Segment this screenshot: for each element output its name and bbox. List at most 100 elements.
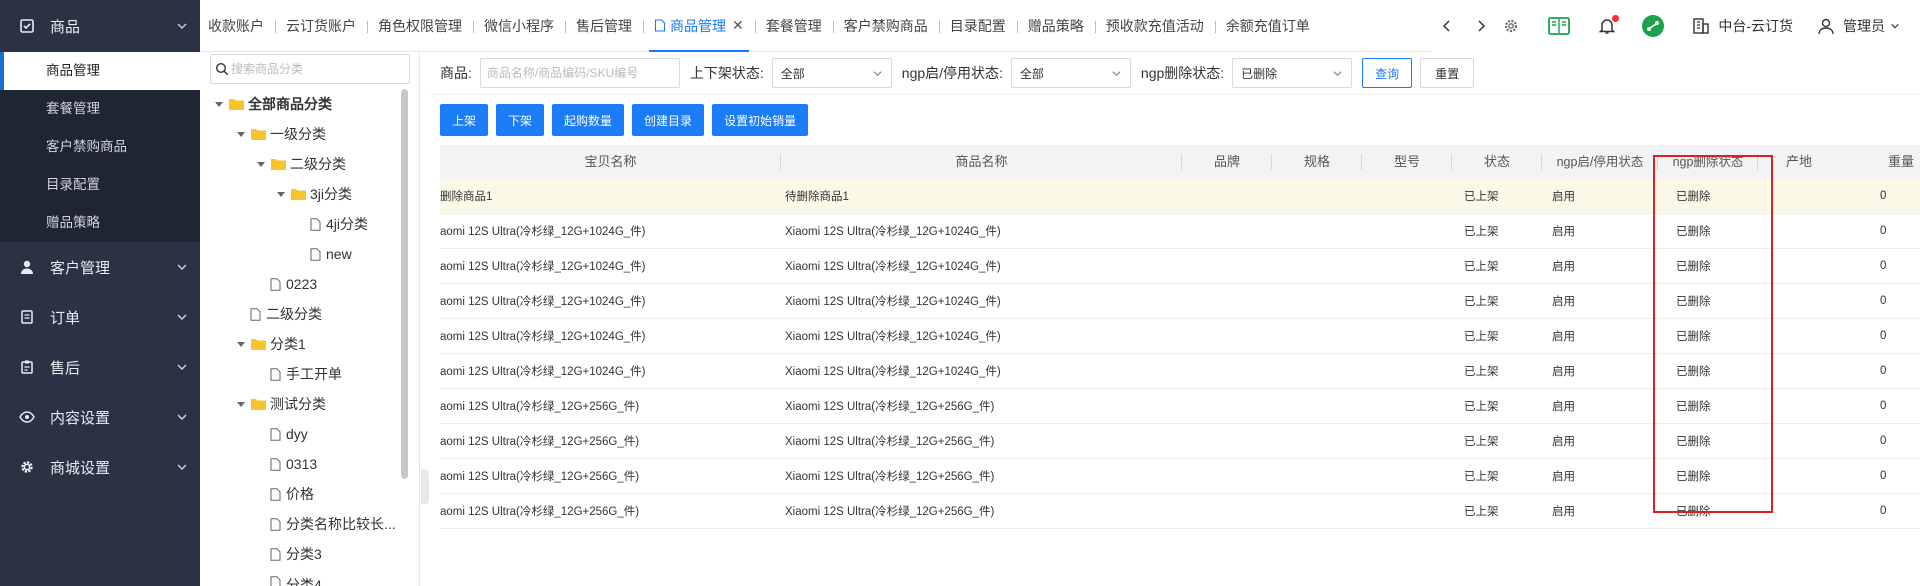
tree-node-level1[interactable]: 一级分类 [236,122,326,146]
menu-group-product[interactable]: 商品 [0,0,200,52]
cell-deleted: 已删除 [1676,226,1711,238]
table-row[interactable]: aomi 12S Ultra(冷杉绿_12G+1024G_件) Xiaomi 12… [440,214,1920,249]
cell-baobei: aomi 12S Ultra(冷杉绿_12G+1024G_件) [440,296,646,308]
set-initial-sales-button[interactable]: 设置初始销量 [712,104,809,136]
tree-node-category3[interactable]: 分类3 [270,542,322,566]
tree-node-0313[interactable]: 0313 [270,452,317,476]
tree-node-all-categories[interactable]: 全部商品分类 [214,92,332,116]
col-header-baobei[interactable]: 宝贝名称 [440,145,781,179]
product-search-input[interactable] [479,58,680,88]
tab-wechat-miniprogram[interactable]: 微信小程序 [473,0,565,52]
tree-node-level2[interactable]: 二级分类 [256,152,346,176]
cell-status: 已上架 [1464,226,1499,238]
tree-node-long-name[interactable]: 分类名称比较长... [270,512,396,536]
sidebar-item-gift-strategy[interactable]: 赠品策略 [0,204,200,242]
menu-group-order[interactable]: 订单 [0,292,200,342]
category-search-input[interactable] [231,62,401,76]
tree-node-test-category[interactable]: 测试分类 [236,392,326,416]
file-icon [270,427,281,441]
tab-collection-account[interactable]: 收款账户 [200,0,275,52]
sidebar-item-product-management[interactable]: 商品管理 [0,52,200,90]
sidebar-item-catalog-config[interactable]: 目录配置 [0,166,200,204]
shelf-status-select[interactable]: 全部 [771,58,892,88]
tab-aftersale[interactable]: 售后管理 [565,0,643,52]
tree-node-category4[interactable]: 分类4 [270,572,322,586]
tree-node-label: 手工开单 [286,366,342,382]
tree-node-new[interactable]: new [310,242,352,266]
col-header-spec[interactable]: 规格 [1272,145,1362,179]
folder-icon [271,159,286,170]
ngp-delete-label: ngp删除状态: [1140,65,1225,81]
tree-node-level3[interactable]: 3ji分类 [276,182,352,206]
menu-group-content[interactable]: 内容设置 [0,392,200,442]
book-icon[interactable] [1548,16,1571,36]
create-catalog-button[interactable]: 创建目录 [632,104,705,136]
tab-bar: 收款账户 云订货账户 角色权限管理 微信小程序 售后管理 商品管理 ✕ 套餐管理… [200,0,1920,52]
sidebar-item-banned-products[interactable]: 客户禁购商品 [0,128,200,166]
col-header-ngp-delete[interactable]: ngp删除状态 [1658,145,1758,179]
query-button[interactable]: 查询 [1362,58,1413,88]
shelf-status-label: 上下架状态: [689,65,764,81]
settings-gear-icon[interactable] [1502,17,1520,35]
col-header-brand[interactable]: 品牌 [1182,145,1272,179]
chevron-right-icon[interactable] [1472,17,1490,35]
tab-product-management[interactable]: 商品管理 ✕ [643,0,755,52]
tab-gift-strategy[interactable]: 赠品策略 [1016,0,1095,52]
col-header-ngp-enable[interactable]: ngp启/停用状态 [1542,145,1658,179]
ngp-enable-select[interactable]: 全部 [1010,58,1131,88]
tab-prepay-activity[interactable]: 预收款充值活动 [1094,0,1215,52]
org-switcher[interactable]: 中台-云订货 [1692,16,1793,36]
cell-weight: 0 [1880,225,1887,237]
category-search-box[interactable] [210,54,410,84]
chevron-left-icon[interactable] [1438,17,1456,35]
tab-role-permission[interactable]: 角色权限管理 [367,0,473,52]
tree-node-manual-order[interactable]: 手工开单 [270,362,342,386]
product-submenu: 商品管理 套餐管理 客户禁购商品 目录配置 赠品策略 [0,52,200,242]
tree-node-price[interactable]: 价格 [270,482,314,506]
tree-node-0223[interactable]: 0223 [270,272,317,296]
user-menu[interactable]: 管理员 [1817,16,1900,36]
shelf-up-button[interactable]: 上架 [440,104,489,136]
min-purchase-button[interactable]: 起购数量 [552,104,625,136]
table-row[interactable]: aomi 12S Ultra(冷杉绿_12G+1024G_件) Xiaomi 12… [440,354,1920,389]
share-circle-icon[interactable] [1642,15,1665,37]
col-header-name[interactable]: 商品名称 [781,145,1182,179]
tree-node-category1[interactable]: 分类1 [236,332,306,356]
tab-cloud-order-account[interactable]: 云订货账户 [275,0,367,52]
sidebar: 商品 商品管理 套餐管理 客户禁购商品 目录配置 赠品策略 客户管理 订单 售后… [0,0,200,586]
tree-node-label: 0313 [286,456,318,472]
reset-button[interactable]: 重置 [1420,58,1475,88]
tab-balance-recharge[interactable]: 余额充值订单 [1214,0,1321,52]
close-icon[interactable]: ✕ [732,17,744,34]
tab-package-management[interactable]: 套餐管理 [754,0,833,52]
table-row[interactable]: aomi 12S Ultra(冷杉绿_12G+256G_件) Xiaomi 12S… [440,459,1920,494]
col-header-weight[interactable]: 重量 [1840,145,1920,179]
tab-catalog-config[interactable]: 目录配置 [938,0,1017,52]
category-tree-panel: 全部商品分类 一级分类 二级分类 3ji分类 4ji分类 new 0223 二级… [200,52,420,586]
tree-node-dyy[interactable]: dyy [270,422,308,446]
menu-group-aftersale[interactable]: 售后 [0,342,200,392]
table-row[interactable]: aomi 12S Ultra(冷杉绿_12G+1024G_件) Xiaomi 12… [440,319,1920,354]
table-row[interactable]: aomi 12S Ultra(冷杉绿_12G+256G_件) Xiaomi 12S… [440,424,1920,459]
table-row[interactable]: aomi 12S Ultra(冷杉绿_12G+1024G_件) Xiaomi 12… [440,249,1920,284]
cell-enable: 启用 [1552,261,1575,273]
sidebar-item-package-management[interactable]: 套餐管理 [0,90,200,128]
tree-node-level2-b[interactable]: 二级分类 [250,302,322,326]
shelf-down-button[interactable]: 下架 [496,104,545,136]
cell-status: 已上架 [1464,296,1499,308]
table-row[interactable]: aomi 12S Ultra(冷杉绿_12G+256G_件) Xiaomi 12S… [440,389,1920,424]
tab-banned-products[interactable]: 客户禁购商品 [832,0,939,52]
tree-node-level4[interactable]: 4ji分类 [310,212,368,236]
col-header-origin[interactable]: 产地 [1758,145,1840,179]
table-row[interactable]: 删除商品1 待删除商品1 已上架 启用 已删除 0 [440,179,1920,214]
menu-group-mall-settings[interactable]: 商城设置 [0,442,200,492]
bell-icon[interactable] [1598,15,1620,35]
table-row[interactable]: aomi 12S Ultra(冷杉绿_12G+256G_件) Xiaomi 12S… [440,494,1920,529]
menu-group-customer[interactable]: 客户管理 [0,242,200,292]
ngp-delete-select[interactable]: 已删除 [1232,58,1353,88]
panel-collapse-handle[interactable] [421,470,429,504]
tree-scrollbar[interactable] [401,89,408,479]
col-header-status[interactable]: 状态 [1452,145,1542,179]
table-row[interactable]: aomi 12S Ultra(冷杉绿_12G+1024G_件) Xiaomi 12… [440,284,1920,319]
col-header-model[interactable]: 型号 [1362,145,1452,179]
